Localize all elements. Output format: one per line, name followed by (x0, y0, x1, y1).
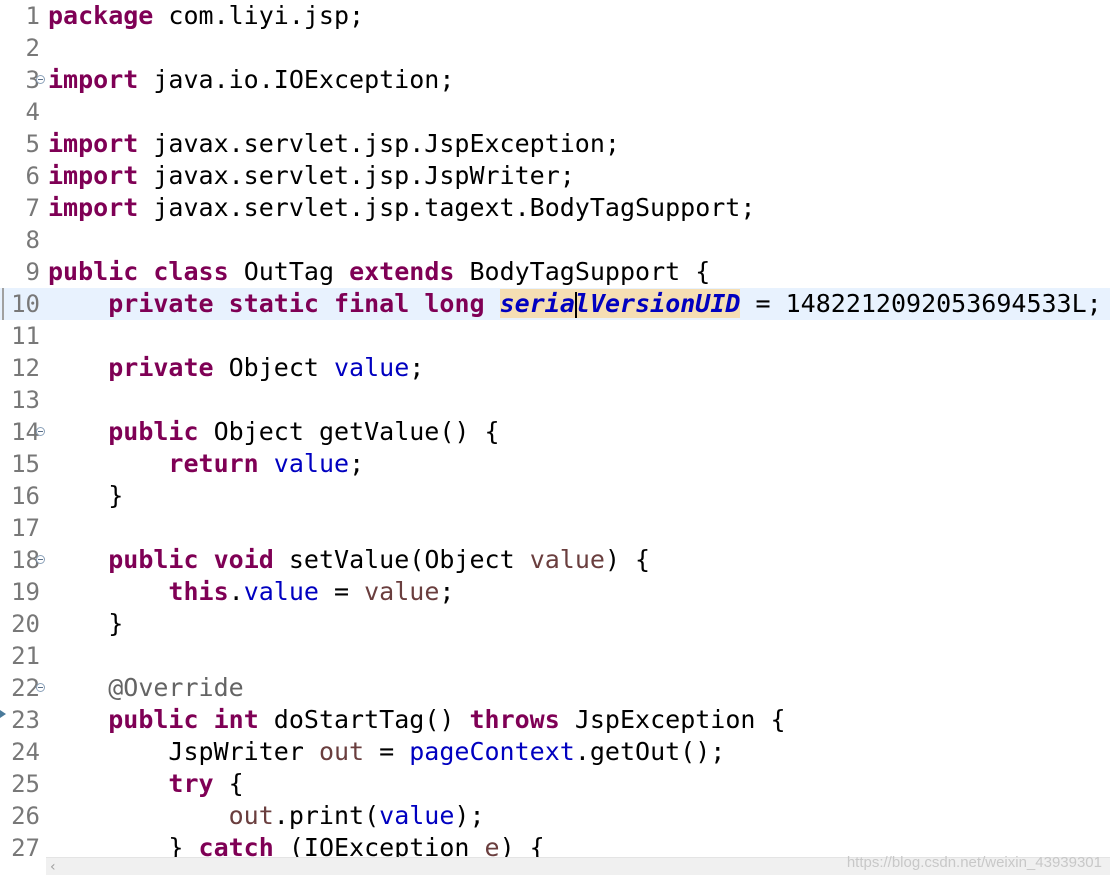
line-number: 16 (11, 482, 40, 510)
line-number: 1 (25, 2, 40, 30)
line-number: 12 (11, 354, 40, 382)
code-line[interactable]: 14 public Object getValue() { (0, 416, 1110, 448)
fold-toggle-icon[interactable] (36, 75, 45, 84)
current-code-line[interactable]: 10 private static final long serialVersi… (0, 288, 1110, 320)
code-line[interactable]: 5 import javax.servlet.jsp.JspException; (0, 128, 1110, 160)
line-number: 14 (11, 418, 40, 446)
code-line[interactable]: 17 (0, 512, 1110, 544)
code-line[interactable]: 15 return value; (0, 448, 1110, 480)
code-line[interactable]: 6 import javax.servlet.jsp.JspWriter; (0, 160, 1110, 192)
code-editor[interactable]: 1 package com.liyi.jsp; 2 3 import java.… (0, 0, 1110, 875)
line-number: 13 (11, 386, 40, 414)
scroll-left-icon[interactable]: ‹ (50, 858, 56, 875)
code-line[interactable]: 25 try { (0, 768, 1110, 800)
code-line[interactable]: 7 import javax.servlet.jsp.tagext.BodyTa… (0, 192, 1110, 224)
code-line[interactable]: 8 (0, 224, 1110, 256)
line-number: 7 (25, 194, 40, 222)
code-line[interactable]: 9 public class OutTag extends BodyTagSup… (0, 256, 1110, 288)
code-line[interactable]: 21 (0, 640, 1110, 672)
line-number: 11 (11, 322, 40, 350)
occurrence-highlight: serialVersionUID (499, 289, 741, 318)
fold-toggle-icon[interactable] (36, 427, 45, 436)
line-number: 20 (11, 610, 40, 638)
line-number: 9 (25, 258, 40, 286)
fold-toggle-icon[interactable] (36, 683, 45, 692)
line-number: 26 (11, 802, 40, 830)
line-number: 27 (11, 834, 40, 857)
line-number: 21 (11, 642, 40, 670)
code-line[interactable]: 11 (0, 320, 1110, 352)
code-line[interactable]: 19 this.value = value; (0, 576, 1110, 608)
line-number: 17 (11, 514, 40, 542)
line-number: 24 (11, 738, 40, 766)
code-line[interactable]: 22 @Override (0, 672, 1110, 704)
code-line[interactable]: 23 public int doStartTag() throws JspExc… (0, 704, 1110, 736)
line-number: 4 (25, 98, 40, 126)
line-number: 10 (11, 290, 40, 318)
code-line[interactable]: 1 package com.liyi.jsp; (0, 0, 1110, 32)
line-number: 5 (25, 130, 40, 158)
code-line[interactable]: 18 public void setValue(Object value) { (0, 544, 1110, 576)
line-number: 19 (11, 578, 40, 606)
code-line[interactable]: 2 (0, 32, 1110, 64)
line-number: 15 (11, 450, 40, 478)
line-number: 22 (11, 674, 40, 702)
line-number: 2 (25, 34, 40, 62)
line-number: 25 (11, 770, 40, 798)
code-line[interactable]: 13 (0, 384, 1110, 416)
line-number: 6 (25, 162, 40, 190)
code-line[interactable]: 20 } (0, 608, 1110, 640)
line-number: 3 (25, 66, 40, 94)
code-line[interactable]: 16 } (0, 480, 1110, 512)
code-line[interactable]: 12 private Object value; (0, 352, 1110, 384)
code-line[interactable]: 24 JspWriter out = pageContext.getOut(); (0, 736, 1110, 768)
line-number: 18 (11, 546, 40, 574)
code-area[interactable]: 1 package com.liyi.jsp; 2 3 import java.… (0, 0, 1110, 857)
code-line[interactable]: 4 (0, 96, 1110, 128)
fold-toggle-icon[interactable] (36, 555, 45, 564)
code-line[interactable]: 3 import java.io.IOException; (0, 64, 1110, 96)
line-number: 8 (25, 226, 40, 254)
line-number: 23 (11, 706, 40, 734)
watermark: https://blog.csdn.net/weixin_43939301 (846, 854, 1102, 871)
code-line[interactable]: 26 out.print(value); (0, 800, 1110, 832)
